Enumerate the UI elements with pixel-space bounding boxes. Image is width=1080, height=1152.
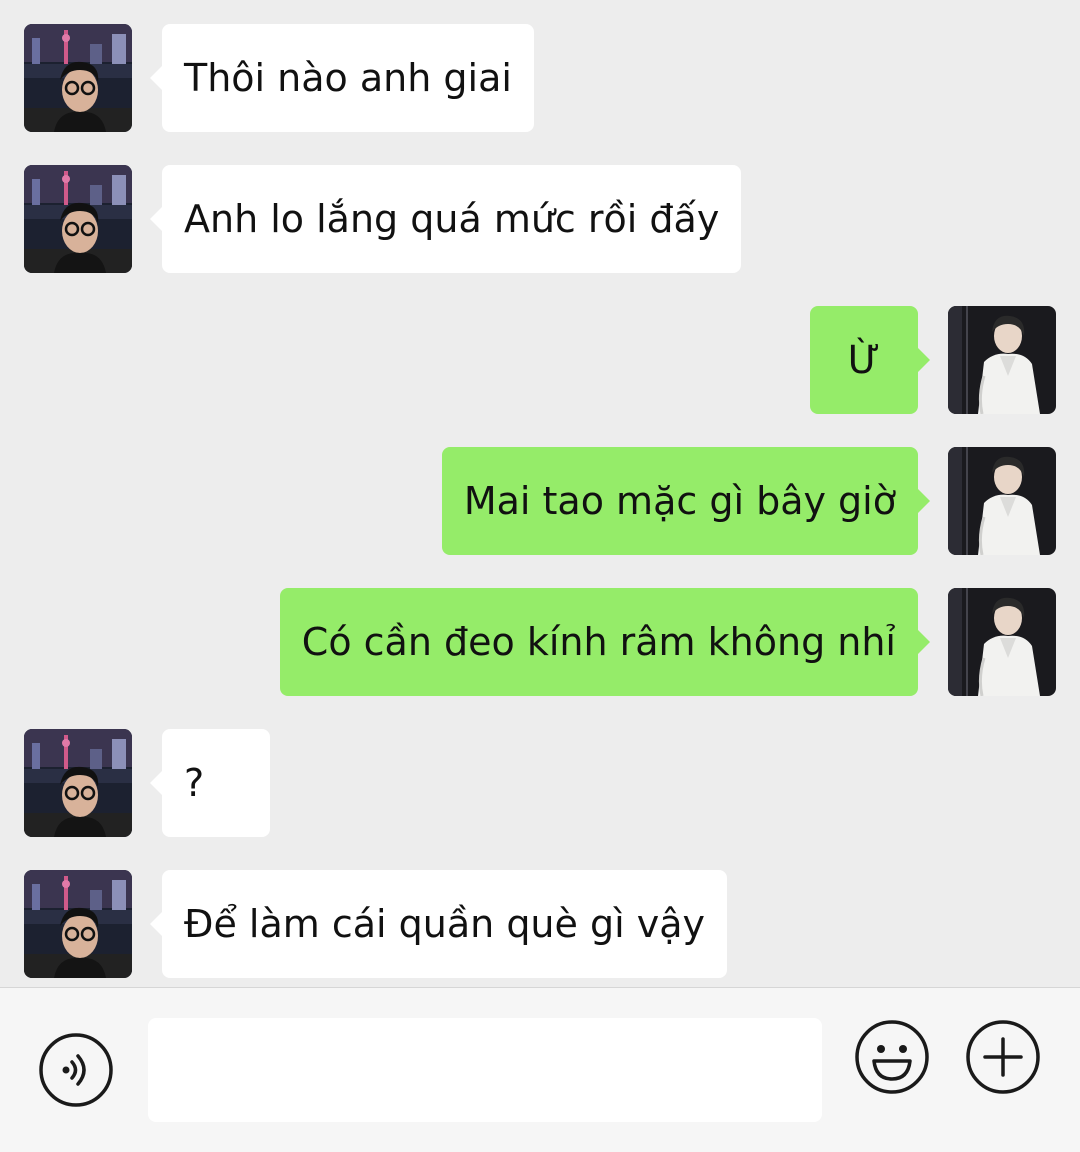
- chat-message-list[interactable]: Thôi nào anh giai Anh lo lắng quá mức rồ…: [0, 0, 1080, 987]
- message-bubble-outgoing[interactable]: Có cần đeo kính râm không nhỉ: [279, 588, 931, 696]
- message-text: Anh lo lắng quá mức rồi đấy: [184, 197, 720, 241]
- message-row: Có cần đeo kính râm không nhỉ: [0, 588, 1080, 696]
- message-row: Mai tao mặc gì bây giờ: [0, 447, 1080, 555]
- plus-icon: [966, 1020, 1040, 1094]
- my-avatar-image: [948, 588, 1056, 696]
- message-text: Để làm cái quần què gì vậy: [184, 902, 705, 946]
- message-row: Anh lo lắng quá mức rồi đấy: [0, 165, 1080, 273]
- message-bubble-incoming[interactable]: Để làm cái quần què gì vậy: [150, 870, 727, 978]
- message-composer: [0, 987, 1080, 1152]
- message-text: Mai tao mặc gì bây giờ: [463, 479, 896, 523]
- message-text: Ừ: [847, 338, 881, 382]
- message-input[interactable]: [148, 1018, 822, 1122]
- message-text: ?: [184, 761, 205, 805]
- emoji-icon: [855, 1020, 929, 1094]
- contact-avatar-image: [24, 870, 132, 978]
- contact-avatar[interactable]: [24, 24, 132, 132]
- message-bubble-incoming[interactable]: Thôi nào anh giai: [150, 24, 534, 132]
- message-row: Thôi nào anh giai: [0, 24, 1080, 132]
- message-row: Ừ: [0, 306, 1080, 414]
- message-row: ?: [0, 729, 1080, 837]
- message-text: Thôi nào anh giai: [184, 56, 512, 100]
- my-avatar-image: [948, 306, 1056, 414]
- message-bubble-incoming[interactable]: Anh lo lắng quá mức rồi đấy: [149, 165, 742, 273]
- my-avatar-image: [948, 447, 1056, 555]
- emoji-button[interactable]: [854, 1019, 930, 1095]
- my-avatar[interactable]: [948, 588, 1056, 696]
- voice-icon: [39, 1033, 113, 1107]
- voice-button[interactable]: [38, 1032, 114, 1108]
- contact-avatar-image: [24, 24, 132, 132]
- message-text: Có cần đeo kính râm không nhỉ: [301, 620, 896, 664]
- contact-avatar-image: [24, 729, 132, 837]
- message-bubble-incoming[interactable]: ?: [150, 729, 270, 837]
- message-row: Để làm cái quần què gì vậy: [0, 870, 1080, 978]
- message-bubble-outgoing[interactable]: Mai tao mặc gì bây giờ: [441, 447, 931, 555]
- contact-avatar-image: [24, 165, 132, 273]
- message-bubble-outgoing[interactable]: Ừ: [810, 306, 930, 414]
- contact-avatar[interactable]: [24, 165, 132, 273]
- my-avatar[interactable]: [948, 447, 1056, 555]
- plus-button[interactable]: [965, 1019, 1041, 1095]
- contact-avatar[interactable]: [24, 729, 132, 837]
- contact-avatar[interactable]: [24, 870, 132, 978]
- my-avatar[interactable]: [948, 306, 1056, 414]
